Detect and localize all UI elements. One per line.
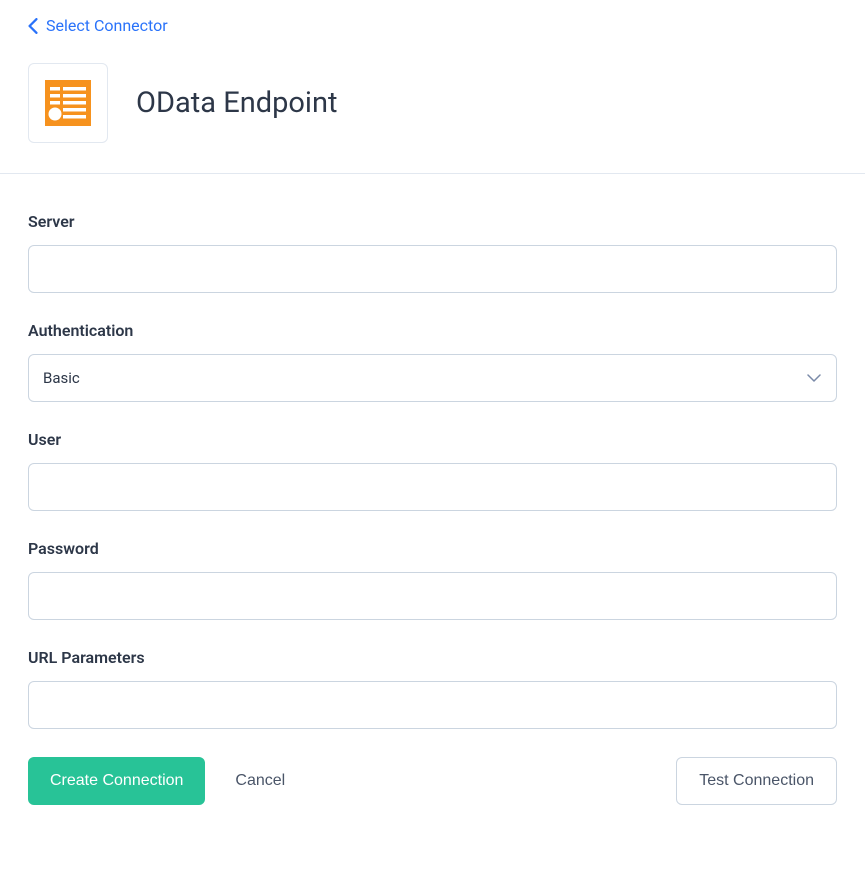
create-connection-button[interactable]: Create Connection xyxy=(28,757,205,805)
back-link[interactable]: Select Connector xyxy=(28,16,168,35)
user-label: User xyxy=(28,430,837,449)
authentication-select[interactable]: Basic xyxy=(28,354,837,402)
form-group-password: Password xyxy=(28,539,837,620)
authentication-select-wrapper: Basic xyxy=(28,354,837,402)
chevron-left-icon xyxy=(28,18,38,34)
url-parameters-label: URL Parameters xyxy=(28,648,837,667)
user-input[interactable] xyxy=(28,463,837,511)
form-group-user: User xyxy=(28,430,837,511)
url-parameters-input[interactable] xyxy=(28,681,837,729)
authentication-label: Authentication xyxy=(28,321,837,340)
back-link-label: Select Connector xyxy=(46,16,168,35)
title-row: OData Endpoint xyxy=(28,63,837,143)
password-label: Password xyxy=(28,539,837,558)
server-input[interactable] xyxy=(28,245,837,293)
password-input[interactable] xyxy=(28,572,837,620)
test-connection-button[interactable]: Test Connection xyxy=(676,757,837,805)
button-row: Create Connection Cancel Test Connection xyxy=(28,757,837,805)
cancel-button[interactable]: Cancel xyxy=(229,757,291,805)
form-group-authentication: Authentication Basic xyxy=(28,321,837,402)
odata-connector-icon xyxy=(45,80,91,126)
form-section: Server Authentication Basic User Passwor… xyxy=(0,174,865,833)
connector-icon-box xyxy=(28,63,108,143)
header-section: Select Connector OData Endpoint xyxy=(0,0,865,173)
page-title: OData Endpoint xyxy=(136,86,337,120)
authentication-selected-value: Basic xyxy=(43,369,80,387)
server-label: Server xyxy=(28,212,837,231)
form-group-server: Server xyxy=(28,212,837,293)
form-group-url-parameters: URL Parameters xyxy=(28,648,837,729)
